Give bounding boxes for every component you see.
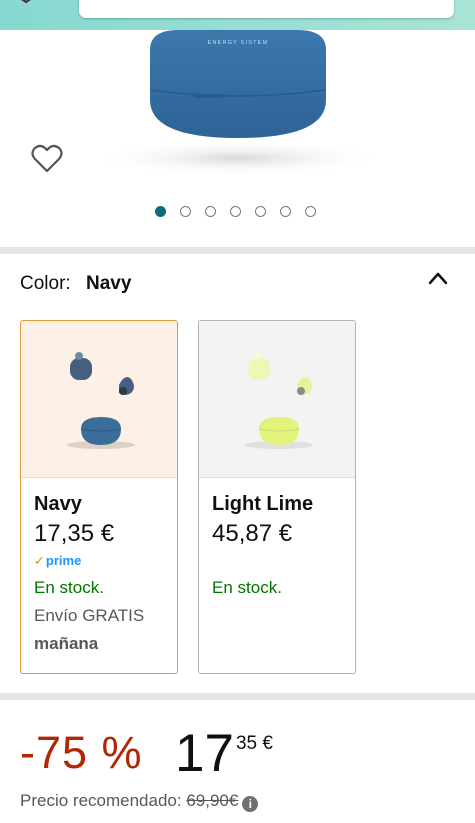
product-gallery[interactable]: ENERGY SISTEM [0,30,475,248]
light-lime-earbuds-image [245,352,313,449]
option-name: Navy [34,493,82,515]
option-name: Light Lime [212,493,314,515]
gallery-dot[interactable] [255,206,266,217]
price-fraction: 35 € [235,733,273,754]
option-price: 17,35 € [34,520,115,547]
selected-color-value: Navy [85,273,132,294]
info-icon[interactable]: i [242,796,259,812]
prime-badge: ✓prime [34,553,177,569]
price-section: -75 % 17 35 € Precio recomendado: 69,90€ i [0,700,475,823]
back-arrow-icon[interactable] [18,0,34,4]
color-header: Color: Navy [20,273,131,295]
list-price-value: 69,90€ [186,791,239,810]
stock-status: En stock. [34,578,104,597]
color-option-light-lime[interactable]: Light Lime 45,87 € En stock. [198,320,356,674]
product-image[interactable]: ENERGY SISTEM [88,30,388,180]
gallery-dots[interactable] [0,206,475,217]
gallery-dot[interactable] [205,206,216,217]
navy-thumbnail [21,321,177,478]
top-bar [0,0,475,30]
wishlist-heart-icon[interactable] [31,144,63,174]
prime-label: prime [45,553,82,568]
list-price-label: Precio recomendado: [20,791,182,810]
chevron-up-icon[interactable] [427,269,449,287]
gallery-dot[interactable] [230,206,241,217]
gallery-dot[interactable] [305,206,316,217]
light-lime-info: Light Lime 45,87 € En stock. [199,478,355,599]
section-divider [0,247,475,254]
delivery-day: mañana [34,634,99,653]
list-price: Precio recomendado: 69,90€ i [20,791,259,812]
section-divider [0,693,475,700]
brand-logo: ENERGY SISTEM [208,40,269,46]
gallery-dot[interactable] [280,206,291,217]
current-price: 17 35 € [175,723,273,784]
search-box[interactable] [79,0,454,18]
option-price: 45,87 € [212,520,293,547]
gallery-dot-active[interactable] [155,206,166,217]
color-label: Color: [20,273,71,294]
prime-check-icon: ✓ [34,553,45,568]
navy-earbuds-image [67,352,135,449]
light-lime-thumbnail [199,321,355,478]
gallery-dot[interactable] [180,206,191,217]
discount-percentage: -75 % [20,727,143,778]
stock-status: En stock. [212,578,282,597]
color-option-navy[interactable]: Navy 17,35 € ✓prime En stock. Envío GRAT… [20,320,178,674]
navy-info: Navy 17,35 € ✓prime En stock. Envío GRAT… [21,478,177,655]
price-whole: 17 [175,724,234,783]
shipping-info: Envío GRATIS [34,606,145,625]
color-selector: Color: Navy Navy 17,35 € ✓prime En stock… [0,255,475,692]
prime-badge-empty [212,553,355,569]
